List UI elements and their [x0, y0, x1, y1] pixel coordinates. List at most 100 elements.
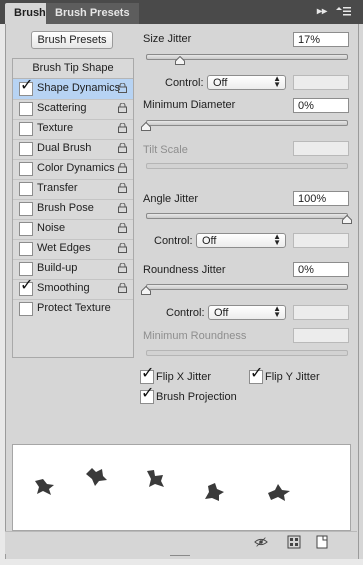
- checkbox[interactable]: ✓: [249, 366, 263, 384]
- checkbox[interactable]: [19, 122, 33, 136]
- brush-stamp: [268, 484, 290, 501]
- panel-bottom-bar: [5, 531, 357, 554]
- list-item-protect-texture[interactable]: Protect Texture: [13, 299, 133, 319]
- checkbox[interactable]: [19, 262, 33, 276]
- collapse-icon[interactable]: ▸▸: [317, 6, 327, 17]
- stepper-arrows-icon: ▲ ▼: [273, 232, 281, 247]
- checkbox[interactable]: [19, 202, 33, 216]
- checkbox[interactable]: [19, 182, 33, 196]
- minimum-diameter-label: Minimum Diameter: [143, 99, 236, 111]
- checkmark-icon: ✓: [141, 365, 155, 382]
- tilt-scale-slider: [146, 163, 348, 169]
- list-item-color-dynamics[interactable]: Color Dynamics: [13, 159, 133, 180]
- lock-icon[interactable]: [118, 163, 127, 173]
- brush-stroke-preview: [12, 444, 351, 531]
- flip-x-jitter-checkbox[interactable]: ✓ Flip X Jitter: [140, 366, 250, 385]
- grid-icon[interactable]: [287, 535, 301, 549]
- checkbox-label: Brush Projection: [156, 391, 237, 403]
- lock-icon[interactable]: [118, 283, 127, 293]
- checkbox-label: Flip Y Jitter: [265, 371, 320, 383]
- angle-jitter-field[interactable]: 100%: [293, 191, 349, 206]
- minimum-roundness-slider: [146, 350, 348, 356]
- list-item-label: Shape Dynamics: [37, 82, 121, 94]
- roundness-jitter-control-select[interactable]: Off ▲ ▼: [208, 305, 286, 320]
- checkbox[interactable]: ✓: [140, 366, 154, 384]
- list-item-label: Brush Pose: [37, 202, 94, 214]
- lock-icon[interactable]: [118, 143, 127, 153]
- lock-icon[interactable]: [118, 263, 127, 273]
- checkbox[interactable]: [19, 142, 33, 156]
- list-item-label: Scattering: [37, 102, 87, 114]
- checkbox[interactable]: [19, 162, 33, 176]
- checkbox-label: Flip X Jitter: [156, 371, 212, 383]
- control-value-field: [293, 305, 349, 320]
- list-item-label: Wet Edges: [37, 242, 91, 254]
- checkbox[interactable]: ✓: [140, 386, 154, 404]
- checkbox[interactable]: [19, 302, 33, 316]
- select-value: Off: [202, 235, 217, 247]
- brush-stamp: [86, 468, 107, 486]
- control-label: Control:: [154, 235, 193, 247]
- checkbox[interactable]: [19, 242, 33, 256]
- slider-thumb-icon[interactable]: [141, 286, 151, 295]
- list-item-transfer[interactable]: Transfer: [13, 179, 133, 200]
- minimum-roundness-label: Minimum Roundness: [143, 330, 247, 342]
- control-value-field: [293, 233, 349, 248]
- list-item-scattering[interactable]: Scattering: [13, 99, 133, 120]
- lock-icon[interactable]: [118, 83, 127, 93]
- size-jitter-control-select[interactable]: Off ▲ ▼: [207, 75, 286, 90]
- roundness-jitter-field[interactable]: 0%: [293, 262, 349, 277]
- list-item-label: Transfer: [37, 182, 78, 194]
- list-item-shape-dynamics[interactable]: ✓ Shape Dynamics: [13, 78, 133, 100]
- eye-cycle-icon[interactable]: [254, 535, 268, 549]
- angle-jitter-slider[interactable]: [146, 213, 348, 219]
- stepper-arrows-icon: ▲ ▼: [273, 304, 281, 319]
- angle-jitter-control-select[interactable]: Off ▲ ▼: [196, 233, 286, 248]
- select-value: Off: [214, 307, 229, 319]
- stepper-arrows-icon: ▲ ▼: [273, 74, 281, 89]
- checkbox[interactable]: ✓: [19, 78, 33, 96]
- angle-jitter-label: Angle Jitter: [143, 193, 199, 205]
- lock-icon[interactable]: [118, 183, 127, 193]
- checkbox[interactable]: ✓: [19, 278, 33, 296]
- minimum-roundness-field: [293, 328, 349, 343]
- flip-y-jitter-checkbox[interactable]: ✓ Flip Y Jitter: [249, 366, 349, 385]
- new-preset-icon[interactable]: [315, 535, 329, 549]
- tilt-scale-field: [293, 141, 349, 156]
- brush-projection-checkbox[interactable]: ✓ Brush Projection: [140, 386, 270, 405]
- minimum-diameter-slider[interactable]: [146, 120, 348, 126]
- minimum-diameter-field[interactable]: 0%: [293, 98, 349, 113]
- checkmark-icon: ✓: [250, 365, 264, 382]
- list-item-brush-pose[interactable]: Brush Pose: [13, 199, 133, 220]
- list-item-texture[interactable]: Texture: [13, 119, 133, 140]
- brush-presets-button[interactable]: Brush Presets: [31, 31, 113, 49]
- slider-thumb-icon[interactable]: [175, 56, 185, 65]
- roundness-jitter-slider[interactable]: [146, 284, 348, 290]
- roundness-jitter-label: Roundness Jitter: [143, 264, 226, 276]
- list-item-brush-tip-shape[interactable]: Brush Tip Shape: [13, 59, 133, 79]
- lock-icon[interactable]: [118, 103, 127, 113]
- slider-thumb-icon[interactable]: [342, 215, 352, 224]
- slider-thumb-icon[interactable]: [141, 122, 151, 131]
- list-item-label: Color Dynamics: [37, 162, 115, 174]
- tab-brush-presets[interactable]: Brush Presets: [46, 3, 139, 24]
- control-value-field: [293, 75, 349, 90]
- list-item-label: Noise: [37, 222, 66, 234]
- list-item-label: Build-up: [37, 262, 78, 274]
- lock-icon[interactable]: [118, 123, 127, 133]
- size-jitter-label: Size Jitter: [143, 33, 192, 45]
- list-item-noise[interactable]: Noise: [13, 219, 133, 240]
- lock-icon[interactable]: [118, 243, 127, 253]
- checkbox[interactable]: [19, 222, 33, 236]
- list-item-smoothing[interactable]: ✓ Smoothing: [13, 278, 133, 300]
- select-value: Off: [213, 77, 228, 89]
- brush-stamp: [147, 470, 164, 487]
- size-jitter-field[interactable]: 17%: [293, 32, 349, 47]
- lock-icon[interactable]: [118, 223, 127, 233]
- panel-menu-icon[interactable]: [336, 5, 352, 20]
- lock-icon[interactable]: [118, 203, 127, 213]
- list-item-wet-edges[interactable]: Wet Edges: [13, 239, 133, 260]
- list-item-label: Dual Brush: [37, 142, 92, 154]
- checkbox[interactable]: [19, 102, 33, 116]
- list-item-dual-brush[interactable]: Dual Brush: [13, 139, 133, 160]
